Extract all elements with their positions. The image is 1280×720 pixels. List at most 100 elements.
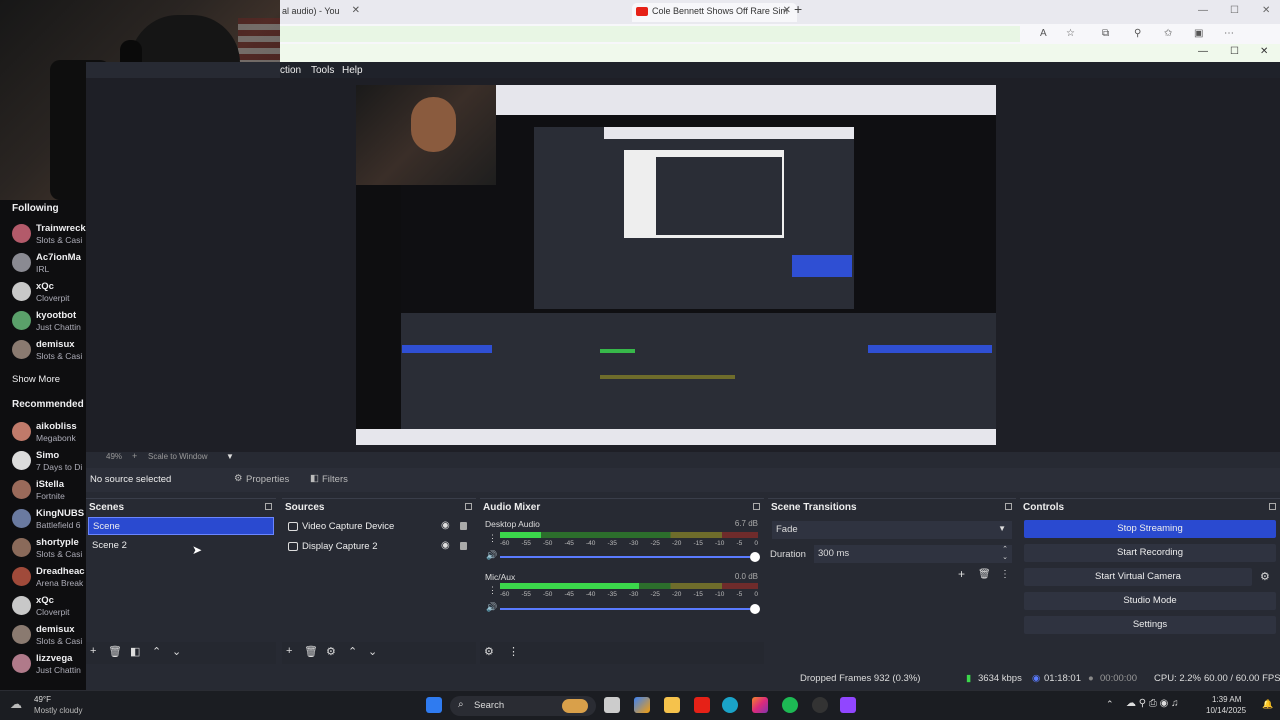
scene-item[interactable]: Scene 2: [88, 537, 274, 555]
windows-start-icon[interactable]: [426, 697, 442, 713]
file-explorer-icon[interactable]: [664, 697, 680, 713]
channel-item[interactable]: Dreadheac Arena Break: [0, 563, 86, 591]
trash-icon[interactable]: 🗑: [304, 645, 318, 658]
add-icon[interactable]: +: [90, 645, 96, 657]
popout-icon[interactable]: [465, 503, 472, 510]
favorite-icon[interactable]: ☆: [1066, 28, 1075, 39]
stepper-icon[interactable]: ⌃ ⌄: [1002, 545, 1008, 561]
new-tab-button[interactable]: +: [794, 1, 802, 17]
gear-icon[interactable]: ⚙: [326, 645, 336, 658]
eye-icon[interactable]: ◉: [441, 540, 450, 551]
zoom-in-icon[interactable]: +: [132, 451, 137, 461]
collections-icon[interactable]: ▣: [1194, 28, 1203, 39]
channel-item[interactable]: shortyple Slots & Casi: [0, 534, 86, 562]
speaker-icon[interactable]: 🔊: [486, 602, 497, 613]
close-icon[interactable]: ✕: [783, 5, 791, 16]
close-window-icon[interactable]: ✕: [1262, 5, 1270, 16]
slider-handle[interactable]: [750, 552, 760, 562]
chevron-down-icon[interactable]: ⌄: [368, 645, 377, 658]
speaker-icon[interactable]: 🔊: [486, 550, 497, 561]
extensions-icon[interactable]: ⧉: [1102, 28, 1109, 39]
channel-item[interactable]: demisux Slots & Casi: [0, 336, 86, 364]
source-item[interactable]: Display Capture 2 ◉: [286, 539, 472, 557]
start-recording-button[interactable]: Start Recording: [1024, 544, 1276, 562]
channel-item[interactable]: kyootbot Just Chattin: [0, 307, 86, 335]
add-icon[interactable]: +: [958, 567, 965, 581]
close-window-icon[interactable]: ✕: [1260, 46, 1268, 57]
close-icon[interactable]: ✕: [352, 5, 360, 16]
taskbar-search[interactable]: ⌕ Search: [450, 696, 596, 716]
task-view-icon[interactable]: [604, 697, 620, 713]
chevron-up-icon[interactable]: ⌃: [152, 645, 161, 658]
scale-mode[interactable]: Scale to Window: [148, 452, 208, 461]
filter-icon[interactable]: ◧: [130, 645, 140, 658]
gear-icon[interactable]: ⚙: [484, 645, 494, 658]
more-icon[interactable]: ⋯: [1224, 28, 1234, 39]
trash-icon[interactable]: 🗑: [978, 569, 991, 580]
menu-help[interactable]: Help: [342, 65, 363, 76]
menu-tools[interactable]: Tools: [311, 65, 334, 76]
transition-select[interactable]: Fade ▼: [772, 521, 1012, 539]
popout-icon[interactable]: [753, 503, 760, 510]
maximize-icon[interactable]: ☐: [1230, 46, 1239, 57]
more-vertical-icon[interactable]: ⋮: [488, 585, 497, 596]
favorites-icon[interactable]: ✩: [1164, 28, 1172, 39]
slider-handle[interactable]: [750, 604, 760, 614]
source-item[interactable]: Video Capture Device ◉: [286, 519, 472, 537]
browser-tab-cole-bennett[interactable]: Cole Bennett Shows Off Rare Sim ✕: [632, 3, 797, 22]
volume-slider[interactable]: [500, 552, 760, 562]
popout-icon[interactable]: [1269, 503, 1276, 510]
channel-item[interactable]: xQc Cloverpit: [0, 592, 86, 620]
chevron-up-icon[interactable]: ⌃: [348, 645, 357, 658]
more-vertical-icon[interactable]: ⋮: [508, 645, 519, 658]
minimize-icon[interactable]: —: [1198, 46, 1208, 57]
maximize-icon[interactable]: ☐: [1230, 5, 1239, 16]
duration-field[interactable]: 300 ms ⌃ ⌄: [814, 545, 1012, 563]
eye-icon[interactable]: ◉: [441, 520, 450, 531]
chevron-down-icon[interactable]: ⌄: [172, 645, 181, 658]
channel-item[interactable]: Simo 7 Days to Di: [0, 447, 86, 475]
add-icon[interactable]: +: [286, 645, 292, 657]
channel-item[interactable]: Trainwreck Slots & Casi: [0, 220, 86, 248]
notification-icon[interactable]: 🔔: [1262, 699, 1273, 710]
volume-slider[interactable]: [500, 604, 760, 614]
studio-mode-button[interactable]: Studio Mode: [1024, 592, 1276, 610]
instagram-icon[interactable]: [752, 697, 768, 713]
channel-item[interactable]: Ac7ionMa IRL: [0, 249, 86, 277]
spotify-icon[interactable]: [782, 697, 798, 713]
stream-preview[interactable]: [356, 85, 996, 445]
lock-icon[interactable]: [460, 542, 467, 550]
trash-icon[interactable]: 🗑: [108, 645, 122, 658]
edge-icon[interactable]: [722, 697, 738, 713]
show-more-link[interactable]: Show More: [12, 374, 60, 385]
zoom-level[interactable]: 49%: [106, 452, 122, 461]
channel-item[interactable]: aikobliss Megabonk: [0, 418, 86, 446]
stop-streaming-button[interactable]: Stop Streaming: [1024, 520, 1276, 538]
menu-section[interactable]: ction: [280, 65, 301, 76]
profile-icon[interactable]: ⚲: [1134, 28, 1141, 39]
tray-icons[interactable]: ☁ ⚲ ⎙ ◉ ♫: [1126, 698, 1179, 709]
channel-item[interactable]: KingNUBS Battlefield 6: [0, 505, 86, 533]
more-vertical-icon[interactable]: ⋮: [488, 533, 497, 544]
settings-button[interactable]: Settings: [1024, 616, 1276, 634]
tray-chevron-icon[interactable]: ⌃: [1106, 699, 1114, 710]
chevron-down-icon[interactable]: ▼: [226, 452, 234, 461]
channel-item[interactable]: demisux Slots & Casi: [0, 621, 86, 649]
read-aloud-icon[interactable]: A: [1040, 28, 1047, 39]
channel-item[interactable]: lizzvega Just Chattin: [0, 650, 86, 678]
channel-item[interactable]: iStella Fortnite: [0, 476, 86, 504]
youtube-app-icon[interactable]: [694, 697, 710, 713]
start-virtual-camera-button[interactable]: Start Virtual Camera: [1024, 568, 1252, 586]
more-vertical-icon[interactable]: ⋮: [1000, 569, 1010, 580]
channel-item[interactable]: xQc Cloverpit: [0, 278, 86, 306]
address-field[interactable]: [280, 26, 1020, 42]
lock-icon[interactable]: [460, 522, 467, 530]
popout-icon[interactable]: [265, 503, 272, 510]
twitch-icon[interactable]: [840, 697, 856, 713]
popout-icon[interactable]: [1005, 503, 1012, 510]
minimize-icon[interactable]: —: [1198, 5, 1208, 16]
copilot-icon[interactable]: [634, 697, 650, 713]
browser-tab-youtube-audio[interactable]: al audio) - You ✕: [280, 3, 360, 22]
gear-icon[interactable]: ⚙: [1260, 570, 1270, 583]
obs-icon[interactable]: [812, 697, 828, 713]
